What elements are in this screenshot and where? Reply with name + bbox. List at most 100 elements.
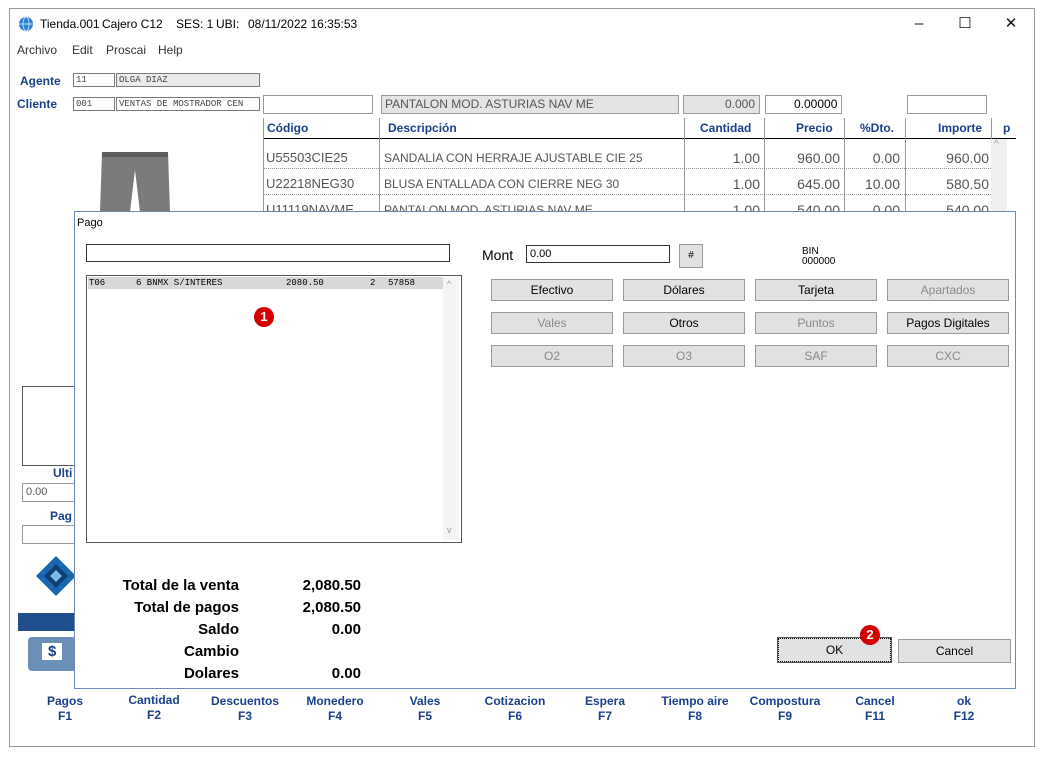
cxc-button[interactable]: CXC: [887, 345, 1009, 367]
fkey-vales[interactable]: Vales F5: [385, 694, 465, 724]
fkey-cantidad[interactable]: Cantidad F2: [114, 693, 194, 723]
scroll-down-icon: v: [447, 525, 452, 535]
header-descripcion: Descripción: [388, 121, 457, 135]
vales-button[interactable]: Vales: [491, 312, 613, 334]
cell-descripcion: BLUSA ENTALLADA CON CIERRE NEG 30: [384, 177, 620, 191]
fkey-pagos[interactable]: Pagos F1: [25, 694, 105, 724]
payment-list[interactable]: T06 6 BNMX S/INTERES 2080.50 2 57858 ^ v: [86, 275, 462, 543]
menu-help[interactable]: Help: [158, 43, 183, 57]
cell-codigo: U22218NEG30: [266, 176, 355, 191]
pos-window: Tienda.001 Cajero C12 SES: 1 UBI: 08/11/…: [9, 8, 1035, 747]
company-logo-icon: [36, 556, 76, 596]
fkey-cotizacion[interactable]: Cotizacion F6: [475, 694, 555, 724]
fkey-key: F11: [864, 709, 885, 723]
fkey-key: F4: [327, 709, 342, 723]
marker-badge-1: 1: [254, 307, 274, 327]
payment-dialog: Pago Mont 0.00 # BIN 000000 T06 6 BNMX S/…: [74, 211, 1016, 689]
fkey-label: Cantidad: [128, 693, 180, 707]
dollar-icon: $: [42, 643, 63, 660]
tarjeta-button[interactable]: Tarjeta: [755, 279, 877, 301]
table-scrollbar[interactable]: ^: [991, 139, 1007, 214]
bin-display: BIN 000000: [802, 247, 835, 267]
left-blue-bar: [18, 613, 78, 631]
fkey-espera[interactable]: Espera F7: [565, 694, 645, 724]
table-row[interactable]: U55503CIE25 SANDALIA CON HERRAJE AJUSTAB…: [264, 144, 991, 170]
saf-button[interactable]: SAF: [755, 345, 877, 367]
item-desc: 6 BNMX S/INTERES: [136, 278, 223, 288]
mont-input[interactable]: 0.00: [526, 245, 670, 263]
fkey-label: Tiempo aire: [661, 694, 729, 708]
mont-label: Mont: [482, 247, 514, 263]
o3-button[interactable]: O3: [623, 345, 745, 367]
title-bar: Tienda.001 Cajero C12 SES: 1 UBI: 08/11/…: [10, 9, 1034, 39]
maximize-icon: ☐: [958, 15, 972, 32]
cashier-name: Cajero C12: [102, 17, 163, 31]
o2-button[interactable]: O2: [491, 345, 613, 367]
list-scrollbar[interactable]: ^ v: [443, 277, 459, 540]
globe-icon: [19, 16, 33, 32]
dolares-button[interactable]: Dólares: [623, 279, 745, 301]
fkey-label: Cancel: [855, 694, 895, 708]
fkey-monedero[interactable]: Monedero F4: [295, 694, 375, 724]
fkey-descuentos[interactable]: Descuentos F3: [205, 694, 285, 724]
maximize-button[interactable]: ☐: [942, 9, 988, 39]
cancel-button[interactable]: Cancel: [898, 639, 1011, 663]
fkey-key: F2: [146, 708, 161, 722]
fkey-compostura[interactable]: Compostura F9: [745, 694, 825, 724]
apartados-button[interactable]: Apartados: [887, 279, 1009, 301]
datetime: 08/11/2022 16:35:53: [248, 17, 358, 31]
fkey-key: F5: [417, 709, 432, 723]
cell-dto: 10.00: [864, 176, 900, 192]
close-button[interactable]: ✕: [988, 9, 1034, 39]
product-description-field: PANTALON MOD. ASTURIAS NAV ME: [381, 95, 679, 114]
minimize-button[interactable]: –: [896, 9, 942, 39]
cell-descripcion: SANDALIA CON HERRAJE AJUSTABLE CIE 25: [384, 151, 643, 165]
fkey-key: F3: [237, 709, 252, 723]
fkey-ok[interactable]: ok F12: [924, 694, 1004, 724]
fkey-key: F7: [597, 709, 612, 723]
price-field[interactable]: 0.00000: [765, 95, 842, 114]
agent-code-field[interactable]: 11: [73, 73, 115, 87]
cambio-label: Cambio: [183, 643, 239, 660]
dollar-button[interactable]: $: [28, 637, 76, 671]
fkey-label: Espera: [584, 694, 626, 708]
minimize-icon: –: [914, 15, 924, 32]
client-name-field: VENTAS DE MOSTRADOR CEN: [116, 97, 260, 111]
payment-search-input[interactable]: [86, 244, 450, 262]
saldo-label: Saldo: [198, 621, 239, 638]
header-cantidad: Cantidad: [700, 121, 752, 135]
menu-proscai[interactable]: Proscai: [106, 43, 146, 57]
dialog-title: Pago: [77, 217, 103, 229]
fkey-tiempo-aire[interactable]: Tiempo aire F8: [655, 694, 735, 724]
pag-field[interactable]: [22, 525, 77, 544]
client-label: Cliente: [17, 97, 58, 111]
dolares-label: Dolares: [183, 665, 239, 682]
puntos-button[interactable]: Puntos: [755, 312, 877, 334]
saldo-value: 0.00: [331, 621, 361, 638]
efectivo-button[interactable]: Efectivo: [491, 279, 613, 301]
otros-button[interactable]: Otros: [623, 312, 745, 334]
cell-precio: 960.00: [797, 150, 840, 166]
item-n: 2: [370, 278, 376, 288]
table-row[interactable]: U22218NEG30 BLUSA ENTALLADA CON CIERRE N…: [264, 170, 991, 196]
pants-image: [100, 152, 170, 212]
item-ref: 57858: [388, 278, 416, 288]
menu-archivo[interactable]: Archivo: [17, 43, 57, 57]
pagos-digitales-button[interactable]: Pagos Digitales: [887, 312, 1009, 334]
hash-button[interactable]: #: [679, 244, 703, 268]
ubi-label: UBI:: [216, 17, 240, 31]
session-label: SES: 1: [176, 17, 214, 31]
product-code-input[interactable]: [263, 95, 373, 114]
menu-edit[interactable]: Edit: [72, 43, 93, 57]
list-item[interactable]: T06 6 BNMX S/INTERES 2080.50 2 57858: [88, 277, 443, 289]
ulti-field[interactable]: 0.00: [22, 483, 77, 502]
header-codigo: Código: [267, 121, 309, 135]
cell-importe: 580.50: [946, 176, 989, 192]
header-p: p: [1003, 121, 1011, 135]
function-key-bar: Pagos F1 Cantidad F2 Descuentos F3 Moned…: [10, 683, 1034, 743]
store-name: Tienda.001: [40, 17, 100, 31]
fkey-cancel[interactable]: Cancel F11: [835, 694, 915, 724]
extra-field[interactable]: [907, 95, 987, 114]
fkey-label: Monedero: [306, 694, 364, 708]
client-code-field[interactable]: 001: [73, 97, 115, 111]
